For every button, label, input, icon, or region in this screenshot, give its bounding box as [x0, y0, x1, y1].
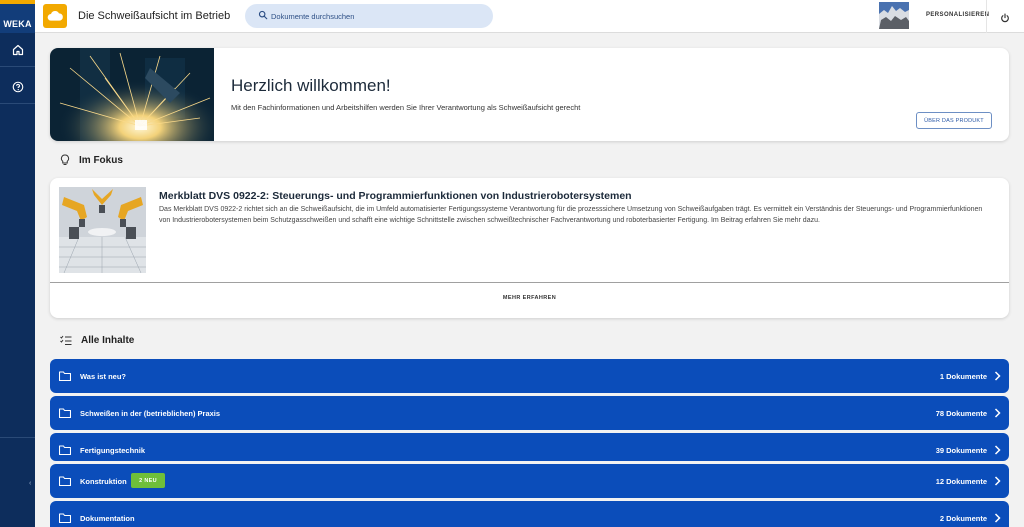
robot-image	[59, 187, 146, 273]
home-icon	[12, 44, 23, 56]
brand-name: WEKA	[3, 19, 32, 29]
folder-icon	[59, 371, 71, 381]
welcome-subtitle: Mit den Fachinformationen und Arbeitshil…	[231, 103, 581, 112]
category-label: Schweißen in der (betrieblichen) Praxis	[80, 409, 221, 418]
nav-home-button[interactable]	[0, 34, 35, 67]
section-title-alle: Alle Inhalte	[81, 335, 135, 346]
focus-text: Das Merkblatt DVS 0922-2 richtet sich an…	[159, 206, 983, 224]
nav-collapse-icon[interactable]: ‹	[29, 480, 31, 487]
welcome-card: Herzlich willkommen! Mit den Fachinforma…	[50, 48, 1009, 141]
help-icon	[12, 81, 23, 93]
avatar[interactable]	[879, 2, 909, 29]
category-row-was-ist-neu[interactable]: Was ist neu? 1 Dokumente	[50, 359, 1009, 393]
category-row-konstruktion[interactable]: Konstruktion 2 NEU 12 Dokumente	[50, 464, 1009, 498]
top-bar: Die Schweißaufsicht im Betrieb PERSONALI…	[35, 0, 1024, 33]
search-icon	[258, 10, 268, 20]
document-count: 1 Dokumente	[939, 372, 987, 381]
category-label: Konstruktion	[80, 477, 127, 486]
weka-logo: WEKA	[0, 0, 35, 33]
power-icon	[1001, 13, 1009, 23]
app-logo[interactable]	[43, 4, 67, 28]
section-header-alle: Alle Inhalte	[60, 335, 134, 346]
personalize-button[interactable]: PERSONALISIEREN	[926, 12, 989, 18]
document-count: 39 Dokumente	[935, 446, 987, 455]
category-row-dokumentation[interactable]: Dokumentation 2 Dokumente	[50, 501, 1009, 527]
header-divider	[986, 0, 987, 33]
chevron-right-icon	[994, 476, 1001, 486]
logout-button[interactable]	[1000, 10, 1010, 28]
document-count: 78 Dokumente	[935, 409, 987, 418]
chevron-right-icon	[994, 513, 1001, 523]
focus-divider	[50, 282, 1009, 283]
category-label: Was ist neu?	[80, 372, 126, 381]
section-title-fokus: Im Fokus	[79, 154, 123, 166]
left-navigation: WEKA ‹	[0, 0, 35, 527]
welding-image	[50, 48, 214, 141]
nav-divider	[0, 437, 35, 438]
search-bar[interactable]	[245, 4, 493, 28]
chevron-right-icon	[994, 445, 1001, 455]
category-label: Dokumentation	[80, 514, 135, 523]
chevron-right-icon	[994, 371, 1001, 381]
more-button[interactable]: MEHR ERFAHREN	[50, 295, 1009, 301]
about-product-button[interactable]: ÜBER DAS PRODUKT	[916, 112, 992, 129]
folder-icon	[59, 476, 71, 486]
logo-accent-bar	[0, 0, 35, 4]
folder-icon	[59, 445, 71, 455]
nav-help-button[interactable]	[0, 71, 35, 104]
focus-card[interactable]: Merkblatt DVS 0922-2: Steuerungs- und Pr…	[50, 178, 1009, 318]
lightbulb-icon	[60, 154, 70, 165]
welcome-title: Herzlich willkommen!	[231, 76, 391, 95]
category-label: Fertigungstechnik	[80, 446, 146, 455]
new-badge: 2 NEU	[131, 473, 165, 488]
focus-title[interactable]: Merkblatt DVS 0922-2: Steuerungs- und Pr…	[159, 190, 632, 202]
document-count: 12 Dokumente	[935, 477, 987, 486]
search-input[interactable]	[271, 8, 481, 24]
chevron-right-icon	[994, 408, 1001, 418]
folder-icon	[59, 408, 71, 418]
category-row-schweissen-praxis[interactable]: Schweißen in der (betrieblichen) Praxis …	[50, 396, 1009, 430]
section-header-fokus: Im Fokus	[60, 154, 123, 166]
cloud-icon	[47, 10, 63, 21]
folder-icon	[59, 513, 71, 523]
checklist-icon	[60, 335, 72, 345]
category-row-fertigungstechnik[interactable]: Fertigungstechnik 39 Dokumente	[50, 433, 1009, 461]
document-count: 2 Dokumente	[939, 514, 987, 523]
app-title: Die Schweißaufsicht im Betrieb	[78, 10, 231, 22]
